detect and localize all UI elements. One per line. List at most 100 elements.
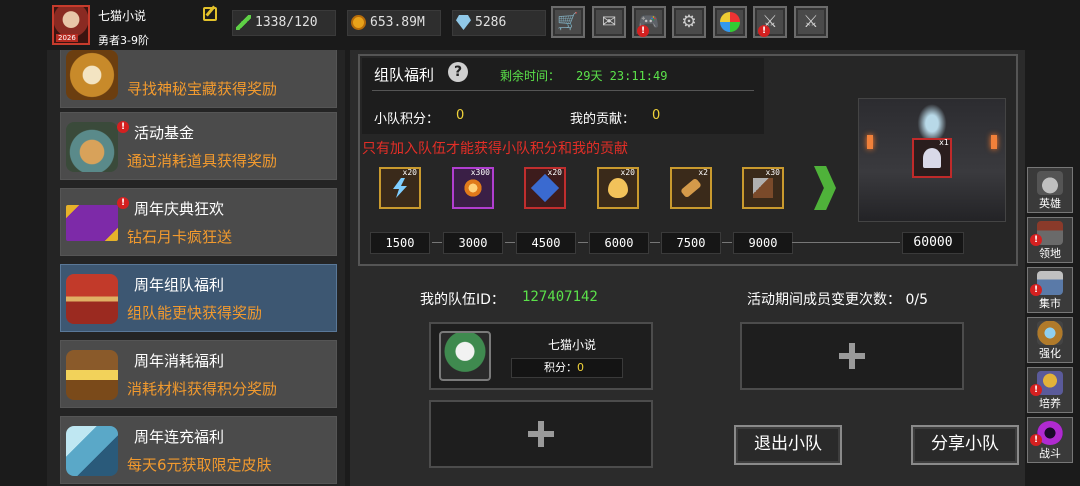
settings-button[interactable]: ⚙ — [672, 6, 706, 38]
milestone: 3000 — [443, 232, 503, 254]
reward-count: x1 — [939, 138, 949, 147]
shop-button[interactable]: 🛒 — [551, 6, 585, 38]
help-icon[interactable]: ? — [448, 62, 468, 82]
team-id-label: 我的队伍ID： — [420, 292, 505, 308]
share-team-button[interactable]: 分享小队 — [911, 425, 1019, 465]
edit-name-icon[interactable] — [203, 7, 217, 21]
energy-icon — [236, 15, 251, 30]
member-slot-filled[interactable]: 七猫小说 积分：0 — [429, 322, 653, 390]
reward-slot-3[interactable]: x20 — [524, 167, 566, 209]
player-name: 七猫小说 — [98, 9, 147, 23]
member-slot-empty[interactable] — [740, 322, 964, 390]
event-subtitle: 组队能更快获得奖励 — [127, 304, 263, 322]
reward-count: x20 — [547, 168, 562, 177]
event-item-celebration[interactable]: ! 周年庆典狂欢 钻石月卡疯狂送 — [60, 188, 337, 256]
join-team-tip: 只有加入队伍才能获得小队积分和我的贡献 — [362, 141, 628, 157]
event-subtitle: 钻石月卡疯狂送 — [127, 228, 233, 246]
alert-icon: ! — [758, 25, 770, 37]
member-changes: 活动期间成员变更次数： 0/5 — [747, 289, 928, 309]
milestone: 1500 — [370, 232, 430, 254]
scroll-icon — [680, 177, 702, 199]
mail-button[interactable]: ✉ — [592, 6, 626, 38]
player-rank: 勇者3-9阶 — [98, 34, 149, 47]
side-nav-label: 领地 — [1039, 247, 1061, 260]
forge-icon — [1037, 321, 1063, 345]
reward-count: x20 — [402, 168, 417, 177]
member-score: 积分：0 — [511, 358, 623, 378]
broken-sword-button[interactable]: ⚔! — [753, 6, 787, 38]
golden-egg-icon — [608, 178, 628, 198]
event-item-team-welfare[interactable]: 周年组队福利 组队能更快获得奖励 — [60, 264, 337, 332]
reward-slot-5[interactable]: x2 — [670, 167, 712, 209]
reward-box: 组队福利 ? 剩余时间： 29天 23:11:49 小队积分： 0 我的贡献： … — [358, 54, 1018, 266]
torch-icon — [991, 135, 997, 149]
alert-icon: ! — [117, 121, 129, 133]
hammer-icon — [753, 178, 773, 198]
side-nav-cultivate[interactable]: ! 培养 — [1027, 367, 1073, 413]
torch-icon — [867, 135, 873, 149]
milestone: 6000 — [589, 232, 649, 254]
battle-button[interactable]: ⚔ — [794, 6, 828, 38]
event-item-treasure[interactable]: 寻找神秘宝藏获得奖励 — [60, 50, 337, 108]
time-remaining: 29天 23:11:49 — [576, 69, 668, 83]
side-nav-label: 战斗 — [1039, 447, 1061, 460]
leave-team-button[interactable]: 退出小队 — [734, 425, 842, 465]
side-nav-label: 强化 — [1039, 347, 1061, 360]
team-score-value: 0 — [456, 108, 465, 123]
member-slot-empty[interactable] — [429, 400, 653, 468]
divider — [372, 90, 754, 91]
team-welfare-panel: 组队福利 ? 剩余时间： 29天 23:11:49 小队积分： 0 我的贡献： … — [350, 50, 1025, 486]
milestone-connector — [432, 242, 442, 243]
milestone: 4500 — [516, 232, 576, 254]
member-score-label: 积分： — [544, 361, 577, 374]
open-chest-icon — [66, 350, 118, 400]
gold-counter: 653.89M — [347, 10, 441, 36]
reward-slot-4[interactable]: x20 — [597, 167, 639, 209]
event-subtitle: 通过消耗道具获得奖励 — [127, 152, 278, 170]
treasure-medal-icon — [66, 50, 118, 100]
event-title: 活动基金 — [134, 124, 195, 142]
panel-title: 组队福利 — [374, 66, 435, 84]
reward-count: x30 — [765, 168, 780, 177]
crystal-icon — [66, 426, 118, 476]
color-wheel-button[interactable] — [713, 6, 747, 38]
color-wheel-icon — [720, 12, 740, 32]
event-item-fund[interactable]: ! 活动基金 通过消耗道具获得奖励 — [60, 112, 337, 180]
side-nav-label: 培养 — [1039, 397, 1061, 410]
add-member-icon — [839, 343, 865, 369]
event-title: 周年庆典狂欢 — [134, 200, 225, 218]
team-score-label: 小队积分： — [374, 112, 440, 127]
side-nav-hero[interactable]: 英雄 — [1027, 167, 1073, 213]
side-nav-territory[interactable]: ! 领地 — [1027, 217, 1073, 263]
settings-gear-icon: ⚙ — [681, 12, 697, 32]
milestone-connector — [650, 242, 660, 243]
grand-reward-slot[interactable]: x1 — [912, 138, 952, 178]
helmet-icon — [1037, 171, 1063, 195]
member-name: 七猫小说 — [547, 338, 596, 352]
player-avatar[interactable]: 2026 — [52, 5, 90, 45]
final-milestone: 60000 — [902, 232, 964, 254]
gold-value: 653.89M — [370, 15, 425, 30]
side-nav-label: 英雄 — [1039, 197, 1061, 210]
next-arrow-icon — [814, 166, 836, 210]
reward-slot-1[interactable]: x20 — [379, 167, 421, 209]
member-score-value: 0 — [577, 361, 584, 374]
alert-icon: ! — [117, 197, 129, 209]
side-nav-battle[interactable]: ! 战斗 — [1027, 417, 1073, 463]
gamepad-button[interactable]: 🎮! — [632, 6, 666, 38]
reward-slot-6[interactable]: x30 — [742, 167, 784, 209]
add-member-icon — [528, 421, 554, 447]
event-item-consume-welfare[interactable]: 周年消耗福利 消耗材料获得积分奖励 — [60, 340, 337, 408]
lightning-icon — [393, 178, 407, 198]
side-nav-enhance[interactable]: 强化 — [1027, 317, 1073, 363]
event-title: 周年组队福利 — [134, 276, 225, 294]
reward-slot-2[interactable]: x300 — [452, 167, 494, 209]
grand-reward-image: x1 — [858, 98, 1006, 222]
reward-count: x2 — [698, 168, 708, 177]
side-nav-market[interactable]: ! 集市 — [1027, 267, 1073, 313]
event-item-recharge-welfare[interactable]: 周年连充福利 每天6元获取限定皮肤 — [60, 416, 337, 484]
member-avatar — [439, 331, 491, 381]
milestone-connector — [792, 242, 900, 243]
top-bar: 2026 七猫小说 勇者3-9阶 1338/120 653.89M 5286 🛒… — [0, 0, 1080, 50]
info-box: 组队福利 ? 剩余时间： 29天 23:11:49 小队积分： 0 我的贡献： … — [362, 58, 764, 134]
